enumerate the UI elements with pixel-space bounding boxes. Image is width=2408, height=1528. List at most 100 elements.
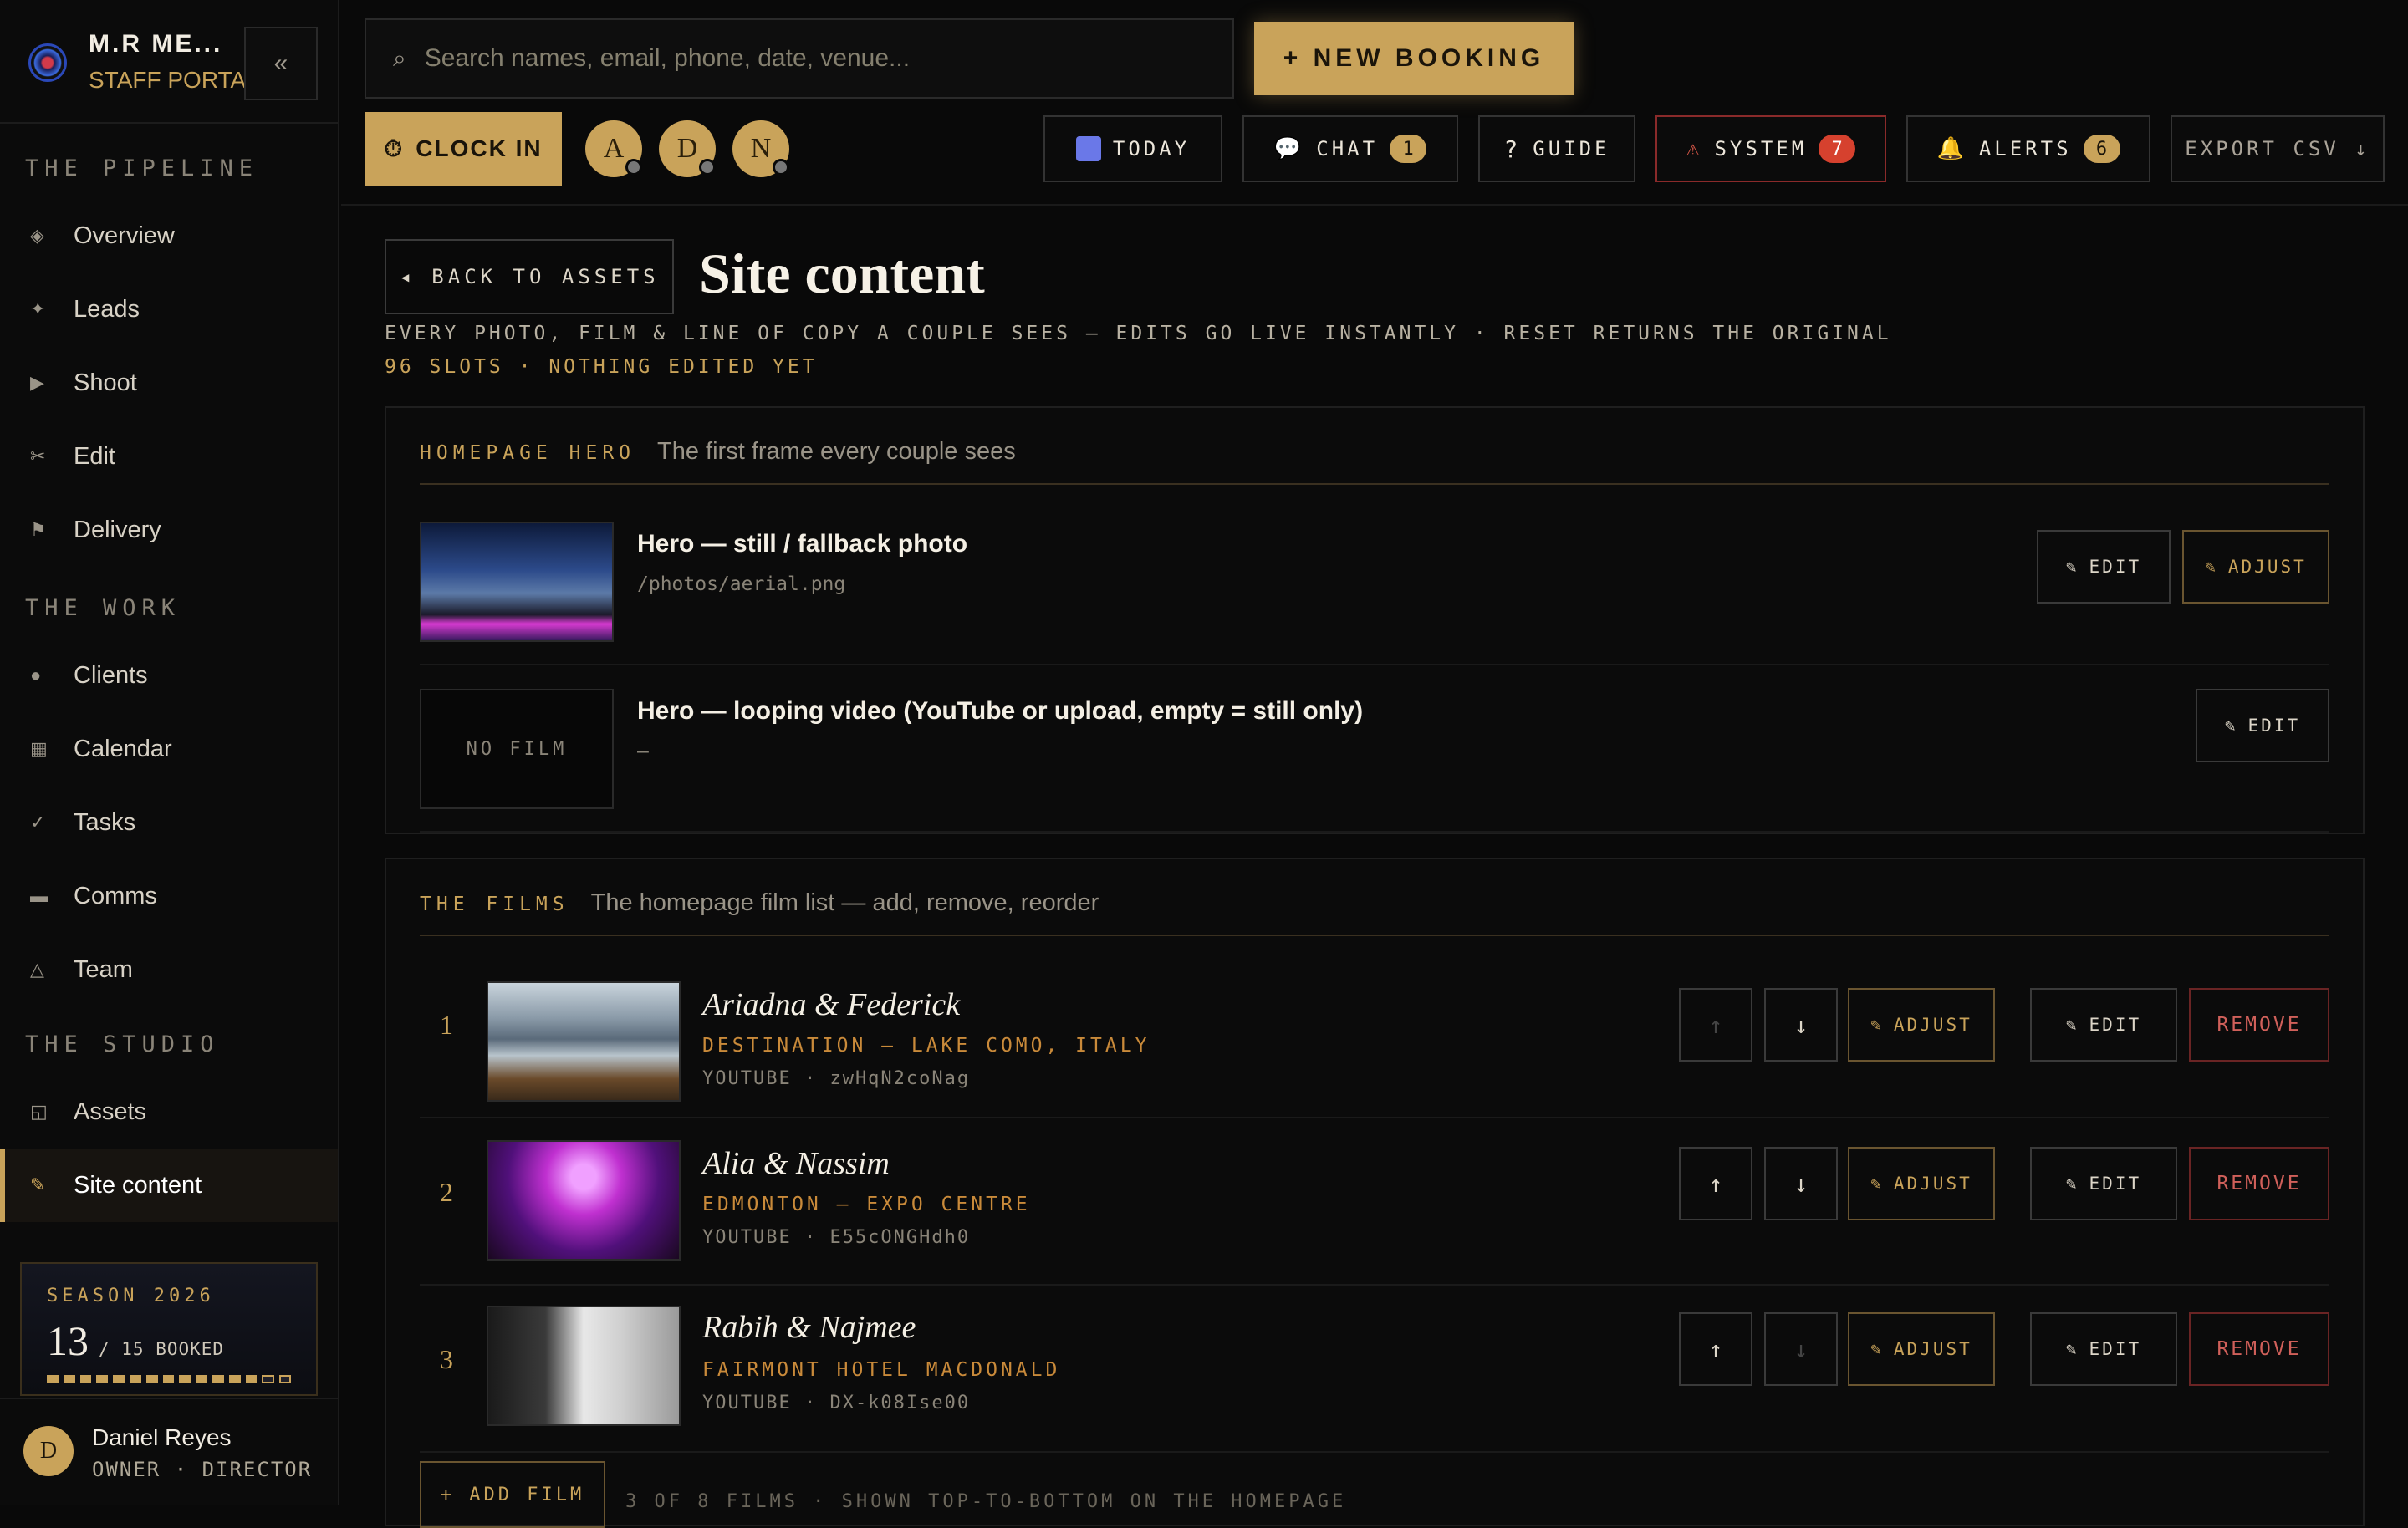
add-film-button[interactable]: + ADD FILM <box>420 1461 605 1528</box>
panel-key: HOMEPAGE HERO <box>420 442 636 464</box>
alerts-button[interactable]: 🔔 ALERTS 6 <box>1906 115 2150 182</box>
adjust-button[interactable]: ✎ ADJUST <box>1848 1147 1995 1220</box>
sidebar-item-delivery[interactable]: ⚑ Delivery <box>0 493 338 567</box>
move-up-button[interactable]: ↑ <box>1679 1147 1752 1220</box>
search-input[interactable] <box>424 44 1177 73</box>
chat-count-badge: 1 <box>1390 135 1427 163</box>
film-source: YOUTUBE · DX-k08Ise00 <box>702 1393 971 1413</box>
move-down-button[interactable]: ↓ <box>1764 1147 1838 1220</box>
sidebar-item-leads[interactable]: ✦ Leads <box>0 272 338 346</box>
edit-button[interactable]: ✎ EDIT <box>2030 1147 2177 1220</box>
brand-logo-icon <box>28 43 67 82</box>
adjust-button[interactable]: ✎ ADJUST <box>1848 988 1995 1062</box>
stopwatch-icon: ⏱ <box>384 135 405 161</box>
calendar-icon <box>1075 136 1101 161</box>
pencil-icon: ✎ <box>2065 1339 2079 1359</box>
sidebar-item-overview[interactable]: ◈ Overview <box>0 199 338 272</box>
adjust-button[interactable]: ✎ ADJUST <box>1848 1312 1995 1386</box>
move-up-button[interactable]: ↑ <box>1679 988 1752 1062</box>
sidebar-item-label: Team <box>74 955 133 983</box>
system-label: SYSTEM <box>1714 137 1808 160</box>
sidebar-item-calendar[interactable]: ▦ Calendar <box>0 712 338 786</box>
remove-button[interactable]: REMOVE <box>2189 988 2329 1062</box>
sidebar-item-shoot[interactable]: ▶ Shoot <box>0 346 338 420</box>
collapse-sidebar-button[interactable]: « <box>244 27 318 100</box>
scissors-icon: ✂ <box>30 446 46 466</box>
film-order-number: 3 <box>440 1344 453 1374</box>
team-avatar-n[interactable]: N <box>732 120 789 177</box>
season-progress-segment <box>113 1375 125 1383</box>
remove-button[interactable]: REMOVE <box>2189 1312 2329 1386</box>
adjust-label: ADJUST <box>1893 1015 1972 1035</box>
guide-button[interactable]: ? GUIDE <box>1478 115 1635 182</box>
sidebar-item-edit[interactable]: ✂ Edit <box>0 420 338 493</box>
season-progress-segment <box>212 1375 224 1383</box>
system-button[interactable]: ⚠ SYSTEM 7 <box>1656 115 1886 182</box>
adjust-label: ADJUST <box>2227 557 2307 577</box>
clock-in-button[interactable]: ⏱ CLOCK IN <box>365 112 562 186</box>
row-path: /photos/aerial.png <box>637 573 846 595</box>
sidebar-item-assets[interactable]: ◱ Assets <box>0 1075 338 1149</box>
season-progress-segment <box>47 1375 59 1383</box>
adjust-label: ADJUST <box>1893 1339 1972 1359</box>
sidebar-item-site-content[interactable]: ✎ Site content <box>0 1149 338 1222</box>
adjust-label: ADJUST <box>1893 1174 1972 1194</box>
pencil-icon: ✎ <box>2224 716 2238 736</box>
hero-video-thumbnail[interactable]: NO FILM <box>420 689 614 809</box>
edit-button[interactable]: ✎ EDIT <box>2030 1312 2177 1386</box>
move-up-button[interactable]: ↑ <box>1679 1312 1752 1386</box>
chat-bubble-icon: 💬 <box>1273 136 1305 161</box>
season-progress-segment <box>278 1375 292 1383</box>
season-progress-bar <box>47 1375 292 1383</box>
new-booking-button[interactable]: + NEW BOOKING <box>1254 22 1574 95</box>
sidebar-item-label: Comms <box>74 882 157 909</box>
user-profile[interactable]: D Daniel Reyes OWNER · DIRECTOR <box>0 1398 339 1505</box>
section-heading: THE PIPELINE <box>25 155 259 181</box>
panel-key: THE FILMS <box>420 894 569 915</box>
film-thumbnail[interactable] <box>487 1140 681 1261</box>
arrow-up-icon: ↑ <box>1708 1335 1723 1363</box>
edit-button[interactable]: ✎ EDIT <box>2030 988 2177 1062</box>
sidebar-item-comms[interactable]: ▬ Comms <box>0 859 338 933</box>
film-location: EDMONTON — EXPO CENTRE <box>702 1194 1031 1215</box>
remove-button[interactable]: REMOVE <box>2189 1147 2329 1220</box>
film-thumbnail[interactable] <box>487 1306 681 1426</box>
edit-button[interactable]: ✎ EDIT <box>2037 530 2171 604</box>
season-progress-segment <box>129 1375 141 1383</box>
move-down-button[interactable]: ↓ <box>1764 1312 1838 1386</box>
pencil-icon: ✎ <box>2065 1174 2079 1194</box>
adjust-button[interactable]: ✎ ADJUST <box>2182 530 2329 604</box>
film-source: YOUTUBE · E55cONGHdh0 <box>702 1227 971 1248</box>
sidebar-item-tasks[interactable]: ✓ Tasks <box>0 786 338 859</box>
season-progress-segment <box>245 1375 258 1383</box>
season-progress-segment <box>96 1375 109 1383</box>
team-avatar-a[interactable]: A <box>585 120 642 177</box>
sidebar-section-pipeline: THE PIPELINE ◈ Overview ✦ Leads ▶ Shoot ✂ Ed… <box>0 150 338 567</box>
edit-label: EDIT <box>2247 716 2301 736</box>
film-location: FAIRMONT HOTEL MACDONALD <box>702 1359 1061 1381</box>
pencil-icon: ✎ <box>2065 1015 2079 1035</box>
edit-button[interactable]: ✎ EDIT <box>2196 689 2329 762</box>
sidebar-item-team[interactable]: △ Team <box>0 933 338 1006</box>
export-csv-button[interactable]: EXPORT CSV ↓ <box>2171 115 2385 182</box>
chat-button[interactable]: 💬 CHAT 1 <box>1242 115 1458 182</box>
search-box[interactable]: ⌕ <box>365 18 1234 99</box>
alerts-count-badge: 6 <box>2083 135 2120 163</box>
back-to-assets-button[interactable]: ◂ BACK TO ASSETS <box>385 239 674 314</box>
sidebar-item-clients[interactable]: ● Clients <box>0 639 338 712</box>
today-button[interactable]: TODAY <box>1043 115 1222 182</box>
film-thumbnail[interactable] <box>487 981 681 1102</box>
move-down-button[interactable]: ↓ <box>1764 988 1838 1062</box>
films-panel: THE FILMS The homepage film list — add, … <box>385 858 2365 1526</box>
check-icon: ✓ <box>30 812 46 833</box>
user-role: OWNER · DIRECTOR <box>92 1458 313 1481</box>
sidebar-item-label: Edit <box>74 442 115 470</box>
sidebar-item-label: Assets <box>74 1098 147 1125</box>
edit-label: EDIT <box>2089 1015 2142 1035</box>
hero-still-thumbnail[interactable] <box>420 522 614 642</box>
question-icon: ? <box>1503 135 1522 163</box>
team-avatar-d[interactable]: D <box>659 120 716 177</box>
season-progress-segment <box>63 1375 75 1383</box>
leads-icon: ✦ <box>30 298 46 319</box>
sidebar-item-label: Calendar <box>74 735 172 762</box>
